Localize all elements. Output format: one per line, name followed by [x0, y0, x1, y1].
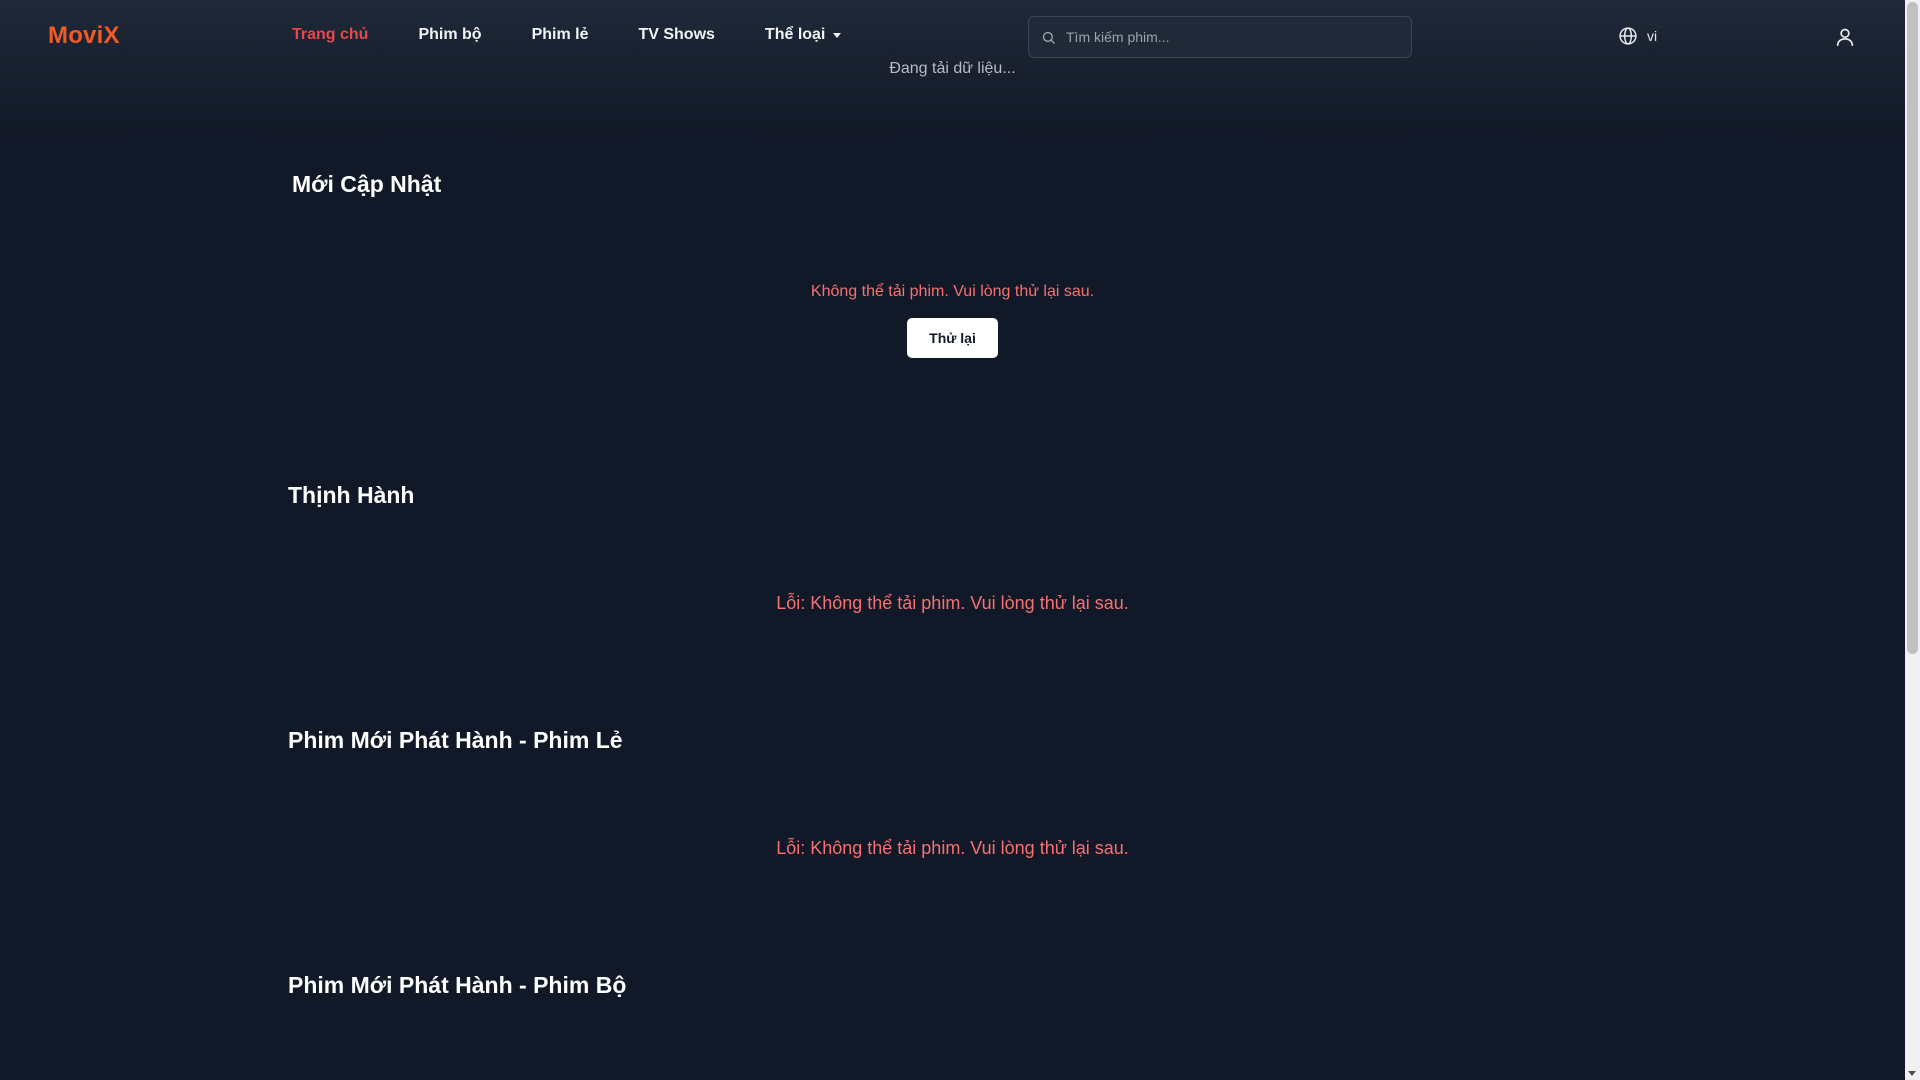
nav-item-trang-chu[interactable]: Trang chủ	[292, 26, 368, 44]
top-header: MoviX Trang chủ Phim bộ Phim lẻ TV Shows…	[0, 0, 1905, 140]
user-icon	[1836, 28, 1854, 47]
language-switcher[interactable]: vi	[1618, 26, 1657, 46]
section-title-thinh-hanh: Thịnh Hành	[288, 482, 415, 508]
error-message: Không thể tải phim. Vui lòng thử lại sau…	[810, 283, 1095, 300]
logo[interactable]: MoviX	[48, 22, 120, 50]
nav-item-the-loai[interactable]: Thể loại	[764, 26, 842, 44]
section-title-phim-bo: Phim Mới Phát Hành - Phim Bộ	[288, 972, 627, 998]
chevron-down-icon	[833, 33, 842, 38]
search-icon	[1042, 31, 1055, 44]
error-message: Lỗi: Không thể tải phim. Vui lòng thử lạ…	[776, 838, 1129, 858]
search-box[interactable]	[1028, 16, 1412, 58]
main-nav: Trang chủ Phim bộ Phim lẻ TV Shows Thể l…	[292, 26, 842, 44]
error-message: Lỗi: Không thể tải phim. Vui lòng thử lạ…	[776, 593, 1129, 613]
globe-icon	[1619, 27, 1637, 45]
user-account-button[interactable]	[1834, 26, 1856, 53]
nav-item-phim-le[interactable]: Phim lẻ	[532, 26, 589, 44]
nav-item-the-loai-label: Thể loại	[764, 26, 826, 43]
scroll-down-arrow-icon[interactable]	[1908, 1071, 1916, 1076]
section-title-moi-cap-nhat: Mới Cập Nhật	[292, 171, 442, 197]
page: MoviX Trang chủ Phim bộ Phim lẻ TV Shows…	[0, 0, 1920, 1080]
loading-status: Đang tải dữ liệu...	[889, 60, 1016, 77]
nav-item-tv-shows[interactable]: TV Shows	[638, 26, 714, 44]
vertical-scrollbar[interactable]	[1905, 0, 1920, 1080]
retry-button[interactable]: Thử lại	[907, 318, 998, 358]
nav-item-phim-bo[interactable]: Phim bộ	[418, 26, 481, 44]
search-input[interactable]	[1066, 29, 1386, 45]
scrollbar-thumb[interactable]	[1907, 2, 1918, 654]
language-code: vi	[1647, 28, 1658, 44]
section-title-phim-le: Phim Mới Phát Hành - Phim Lẻ	[288, 727, 623, 753]
